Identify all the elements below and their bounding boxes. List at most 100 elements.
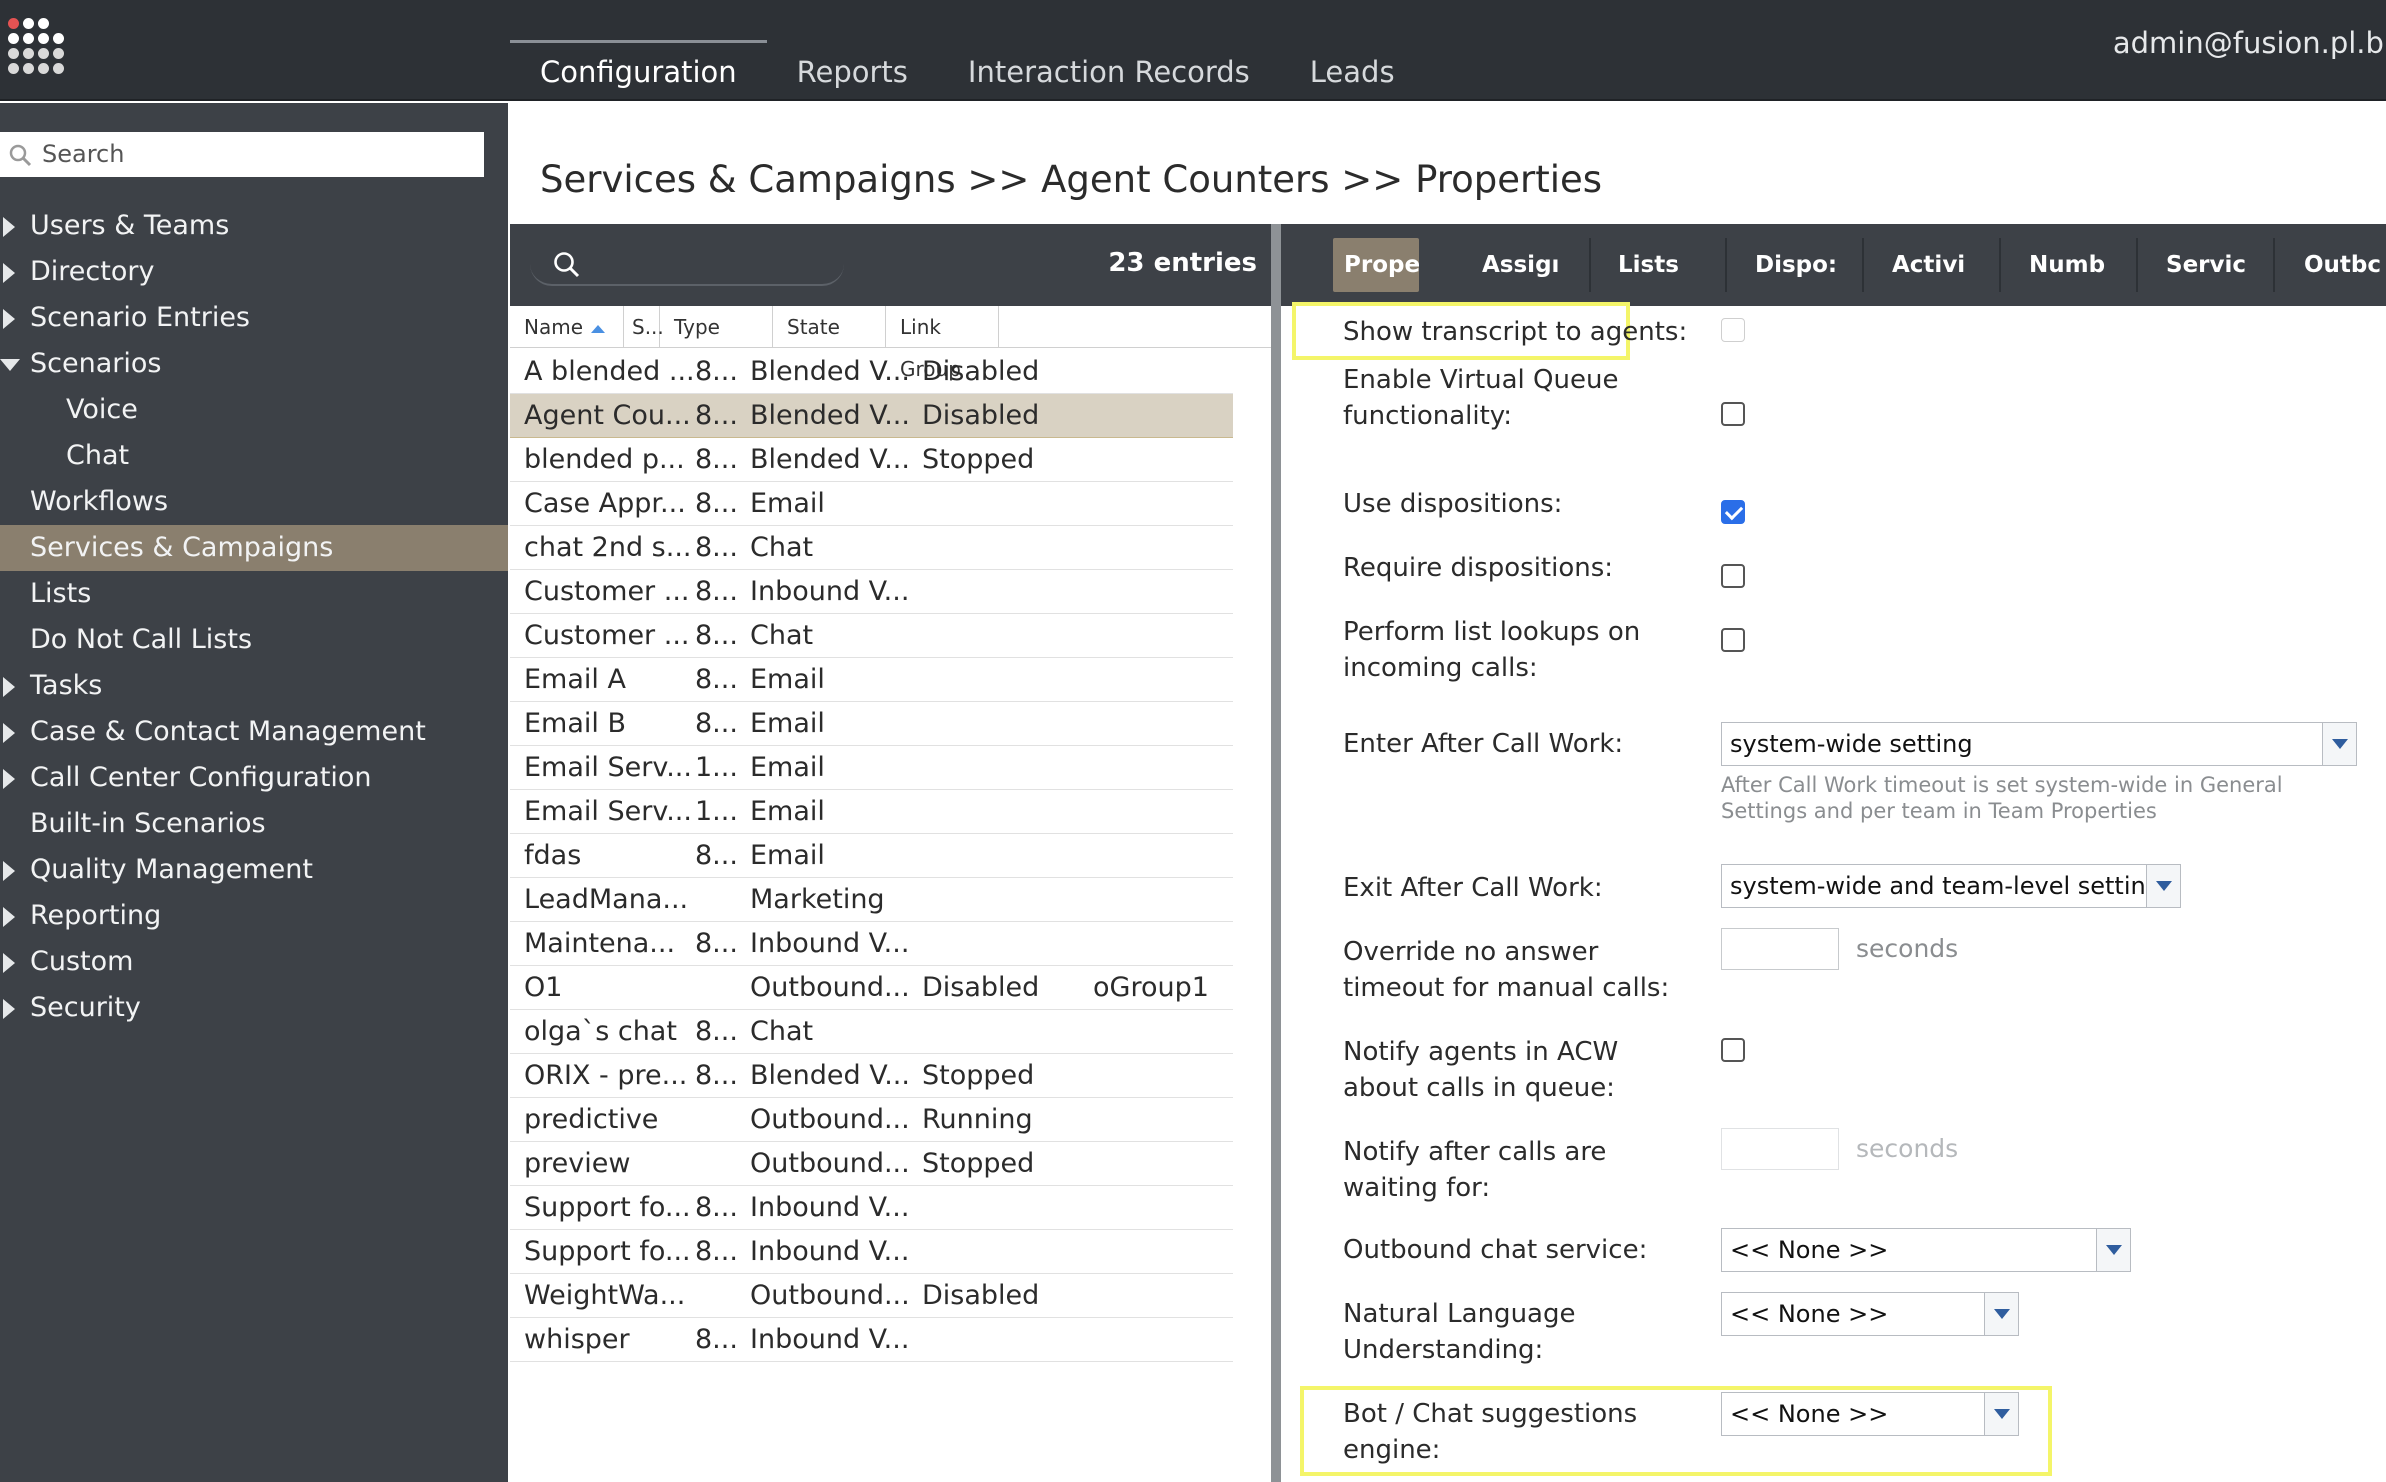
property-tab[interactable]: Lists [1607,238,1727,292]
column-header-link-group[interactable]: Link Group [886,306,999,381]
sidebar-item[interactable]: Quality Management [0,847,508,893]
table-row[interactable]: whisper 8... Inbound V... [510,1318,1233,1362]
property-tab[interactable]: Assigı [1471,238,1591,292]
cell-name: fdas [524,840,582,871]
enter-acw-select[interactable]: system-wide setting [1721,722,2357,766]
sidebar-item[interactable]: Chat [0,433,508,479]
column-header-s[interactable]: S... [624,306,664,348]
sidebar-item[interactable]: Do Not Call Lists [0,617,508,663]
table-row[interactable]: Support fo... 8... Inbound V... [510,1186,1233,1230]
property-tab[interactable]: Outbc [2293,238,2386,292]
caret-right-icon[interactable] [3,999,15,1019]
property-tab[interactable]: Numb [2018,238,2138,292]
sidebar-item[interactable]: Tasks [0,663,508,709]
sidebar-item[interactable]: Services & Campaigns [0,525,508,571]
tab-reports[interactable]: Reports [767,40,938,101]
caret-right-icon[interactable] [3,309,15,329]
virtual-queue-checkbox[interactable] [1721,402,1745,426]
sidebar-item[interactable]: Reporting [0,893,508,939]
property-tab[interactable]: Activi [1881,238,2001,292]
table-row[interactable]: O1 Outbound... Disabled oGroup1 [510,966,1233,1010]
property-tab[interactable]: Prope [1333,238,1419,292]
tab-leads[interactable]: Leads [1280,40,1425,101]
table-row[interactable]: olga`s chat 8... Chat [510,1010,1233,1054]
table-row[interactable]: Customer ... 8... Inbound V... [510,570,1233,614]
cell-state: Stopped [922,1148,1035,1179]
cell-name: Agent Cou... [524,400,691,431]
caret-right-icon[interactable] [3,217,15,237]
override-timeout-input[interactable] [1721,928,1839,970]
property-tab[interactable]: Servic [2155,238,2275,292]
table-row[interactable]: Case Appr... 8... Email [510,482,1233,526]
table-row[interactable]: blended p... 8... Blended V... Stopped [510,438,1233,482]
sidebar-search-input[interactable] [42,136,462,172]
sidebar-item[interactable]: Lists [0,571,508,617]
caret-right-icon[interactable] [3,723,15,743]
column-header-state[interactable]: State [773,306,886,348]
column-header-name[interactable]: Name [510,306,624,348]
tab-interaction-records[interactable]: Interaction Records [938,40,1280,101]
table-row[interactable]: WeightWa... Outbound... Disabled [510,1274,1233,1318]
services-list-panel: 23 entries Name S... Type State Link Gro… [510,224,1271,1482]
table-row[interactable]: chat 2nd s... 8... Chat [510,526,1233,570]
caret-right-icon[interactable] [3,263,15,283]
table-row[interactable]: Email Serv... 1... Email [510,790,1233,834]
table-row[interactable]: Agent Cou... 8... Blended V... Disabled [510,394,1233,438]
sidebar-item[interactable]: Directory [0,249,508,295]
table-row[interactable]: Support fo... 8... Inbound V... [510,1230,1233,1274]
show-transcript-checkbox[interactable] [1721,318,1745,342]
sidebar-item[interactable]: Security [0,985,508,1031]
table-row[interactable]: Customer ... 8... Chat [510,614,1233,658]
caret-right-icon[interactable] [3,769,15,789]
use-dispositions-checkbox[interactable] [1721,500,1745,524]
notify-after-input[interactable] [1721,1128,1839,1170]
table-row[interactable]: fdas 8... Email [510,834,1233,878]
table-row[interactable]: A blended ... 8... Blended V... Disabled [510,350,1233,394]
table-row[interactable]: LeadMana... Marketing [510,878,1233,922]
panel-splitter[interactable] [1271,224,1281,1482]
tab-configuration[interactable]: Configuration [510,40,767,101]
table-row[interactable]: Maintena... 8... Inbound V... [510,922,1233,966]
caret-right-icon[interactable] [3,907,15,927]
user-menu[interactable]: admin@fusion.pl.bi [2113,26,2386,60]
column-header-type[interactable]: Type [660,306,773,348]
property-tab[interactable]: Dispo: [1744,238,1864,292]
notify-after-unit: seconds [1856,1134,1959,1163]
sidebar-item[interactable]: Users & Teams [0,203,508,249]
table-row[interactable]: Email B 8... Email [510,702,1233,746]
sidebar-item[interactable]: Workflows [0,479,508,525]
outbound-chat-select[interactable]: << None >> [1721,1228,2131,1272]
caret-down-icon[interactable] [0,359,20,371]
cell-state: Stopped [922,1060,1035,1091]
caret-right-icon[interactable] [3,953,15,973]
sidebar-item[interactable]: Voice [0,387,508,433]
caret-right-icon[interactable] [3,861,15,881]
app-launcher-icon[interactable] [8,18,72,82]
cell-name: O1 [524,972,563,1003]
sidebar-item[interactable]: Scenario Entries [0,295,508,341]
cell-s: 8... [695,1324,738,1355]
sidebar-item[interactable]: Scenarios [0,341,508,387]
logo-dot [23,18,34,29]
notify-acw-checkbox[interactable] [1721,1038,1745,1062]
sidebar-item[interactable]: Call Center Configuration [0,755,508,801]
caret-right-icon[interactable] [3,677,15,697]
list-search-input[interactable] [530,240,844,286]
table-row[interactable]: Email Serv... 1... Email [510,746,1233,790]
bot-engine-select[interactable]: << None >> [1721,1392,2019,1436]
nlu-select[interactable]: << None >> [1721,1292,2019,1336]
require-dispositions-checkbox[interactable] [1721,564,1745,588]
table-row[interactable]: predictive Outbound... Running [510,1098,1233,1142]
sidebar-item[interactable]: Custom [0,939,508,985]
cell-type: Outbound... [750,1104,910,1135]
list-lookups-checkbox[interactable] [1721,628,1745,652]
enter-acw-label: Enter After Call Work: [1343,729,1624,759]
sidebar-item[interactable]: Case & Contact Management [0,709,508,755]
top-bar: Configuration Reports Interaction Record… [0,0,2386,101]
exit-acw-select[interactable]: system-wide and team-level setting [1721,864,2181,908]
table-row[interactable]: preview Outbound... Stopped [510,1142,1233,1186]
table-row[interactable]: ORIX - pre... 8... Blended V... Stopped [510,1054,1233,1098]
sidebar-item[interactable]: Built-in Scenarios [0,801,508,847]
cell-type: Blended V... [750,444,910,475]
table-row[interactable]: Email A 8... Email [510,658,1233,702]
